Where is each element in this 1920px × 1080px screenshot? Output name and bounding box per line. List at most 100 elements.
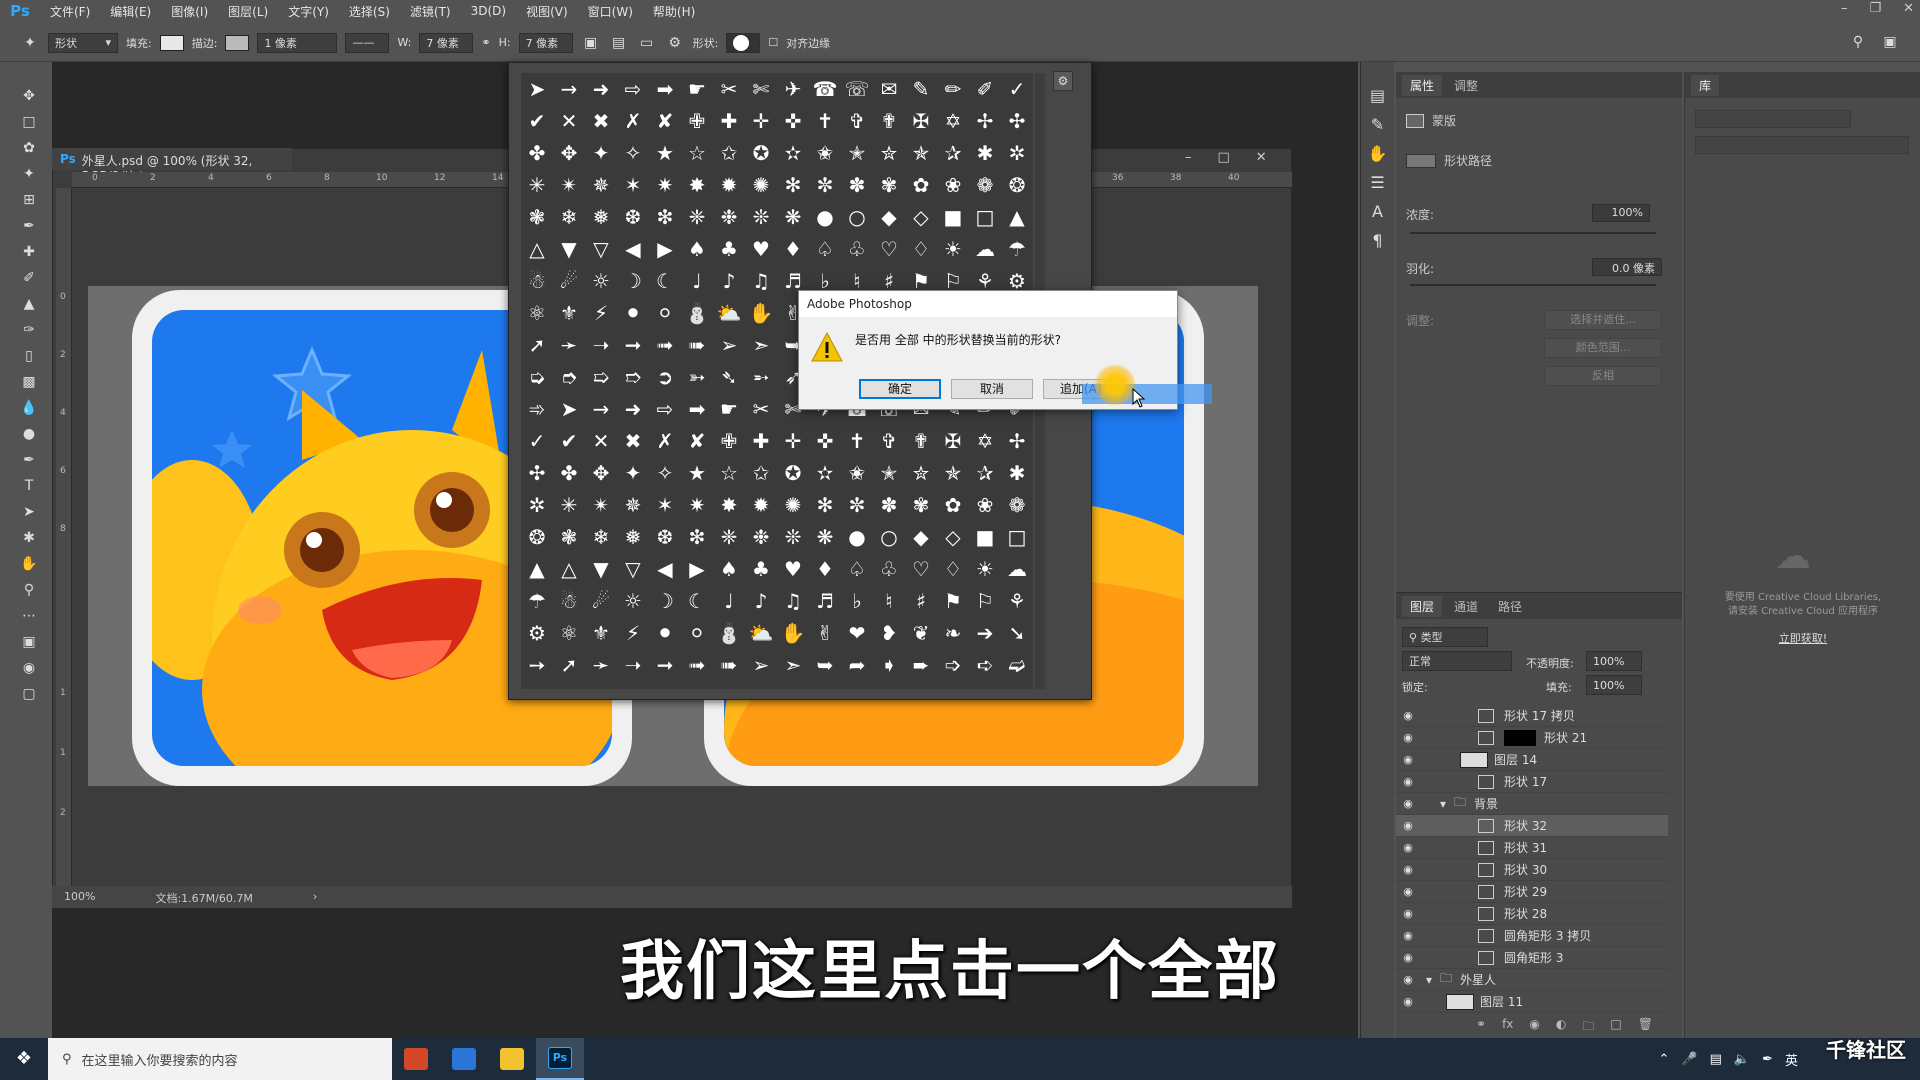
shape-swatch[interactable]: ✥	[553, 137, 585, 169]
status-chevron-right-icon[interactable]: ›	[313, 890, 317, 904]
doc-maximize-icon[interactable]: □	[1218, 150, 1230, 165]
shape-swatch[interactable]: ✖	[585, 105, 617, 137]
link-icon[interactable]: ⚭	[481, 36, 490, 49]
shape-swatch[interactable]: ☛	[713, 393, 745, 425]
menu-window[interactable]: 窗口(W)	[578, 3, 643, 20]
shape-swatch[interactable]: ✋	[745, 297, 777, 329]
history-icon[interactable]: ▤	[1370, 86, 1385, 105]
shape-swatch[interactable]: ♪	[745, 585, 777, 617]
shape-swatch[interactable]: ❧	[937, 617, 969, 649]
layer-row[interactable]: ◉ 圆角矩形 3 拷贝	[1396, 925, 1668, 947]
shape-swatch[interactable]: ▶	[649, 233, 681, 265]
shape-picker-gear-icon[interactable]: ⚙	[1053, 71, 1073, 91]
shape-swatch[interactable]: ✝	[841, 425, 873, 457]
shape-swatch[interactable]: ✫	[809, 457, 841, 489]
shape-swatch[interactable]: ✠	[905, 105, 937, 137]
document-tab[interactable]: Ps 外星人.psd @ 100% (形状 32, RGB/8#) *	[52, 148, 292, 183]
gradient-tool-icon[interactable]: ▩	[19, 372, 39, 392]
shape-swatch[interactable]: ➦	[841, 649, 873, 681]
shape-swatch[interactable]: ➣	[745, 329, 777, 361]
shape-swatch[interactable]: ♫	[777, 585, 809, 617]
shape-swatch[interactable]: ✋	[777, 617, 809, 649]
shape-swatch[interactable]: →	[553, 73, 585, 105]
menu-edit[interactable]: 编辑(E)	[100, 3, 161, 20]
shape-swatch[interactable]: ♩	[681, 265, 713, 297]
shape-swatch[interactable]: ✫	[777, 137, 809, 169]
quick-mask-icon[interactable]: ◉	[19, 658, 39, 678]
add-mask-icon[interactable]: ◉	[1529, 1017, 1539, 1038]
shape-swatch[interactable]: ✷	[649, 169, 681, 201]
shape-swatch[interactable]: ♪	[713, 265, 745, 297]
shape-swatch[interactable]: ✞	[841, 105, 873, 137]
shape-swatch[interactable]: ✲	[1001, 137, 1033, 169]
shape-swatch[interactable]: ❇	[649, 201, 681, 233]
shape-swatch[interactable]: ➯	[585, 361, 617, 393]
shape-swatch[interactable]: ☄	[585, 585, 617, 617]
paragraph-icon[interactable]: ¶	[1372, 231, 1382, 250]
shape-swatch[interactable]: ▲	[1001, 201, 1033, 233]
shape-swatch[interactable]: ✘	[649, 105, 681, 137]
shape-swatch[interactable]: ✩	[713, 137, 745, 169]
hand-tool-icon[interactable]: ✋	[19, 554, 39, 574]
shape-swatch[interactable]: ✮	[905, 457, 937, 489]
shape-swatch[interactable]: ⛄	[713, 617, 745, 649]
menu-select[interactable]: 选择(S)	[339, 3, 400, 20]
shape-swatch[interactable]: ☂	[1001, 233, 1033, 265]
shape-swatch[interactable]: ✩	[745, 457, 777, 489]
shape-swatch[interactable]: ✂	[713, 73, 745, 105]
visibility-eye-icon[interactable]: ◉	[1396, 819, 1420, 832]
feather-field[interactable]: 0.0 像素	[1592, 258, 1662, 276]
shape-swatch[interactable]: ⚫	[649, 617, 681, 649]
shape-swatch[interactable]: ⚡	[585, 297, 617, 329]
gear-icon[interactable]: ⚙	[665, 33, 685, 53]
fill-swatch[interactable]	[159, 34, 184, 51]
shape-swatch[interactable]: ✈	[777, 73, 809, 105]
tab-channels[interactable]: 通道	[1446, 596, 1486, 617]
stroke-swatch[interactable]	[225, 34, 250, 51]
shape-swatch[interactable]: ■	[969, 521, 1001, 553]
shape-swatch[interactable]: ❂	[521, 521, 553, 553]
shape-swatch[interactable]: ❅	[585, 201, 617, 233]
shape-swatch[interactable]: ▽	[585, 233, 617, 265]
shape-swatch[interactable]: ➲	[649, 361, 681, 393]
shape-swatch[interactable]: ⚪	[649, 297, 681, 329]
network-icon[interactable]: ▤	[1710, 1052, 1722, 1067]
shape-swatch[interactable]: ✸	[681, 169, 713, 201]
shape-picker-button[interactable]	[726, 32, 761, 53]
stamp-tool-icon[interactable]: ▲	[19, 294, 39, 314]
layer-row-selected[interactable]: ◉ 形状 32	[1396, 815, 1668, 837]
stroke-type-select[interactable]: ——	[345, 32, 390, 53]
shape-swatch[interactable]: ➮	[553, 361, 585, 393]
ok-button[interactable]: 确定	[859, 379, 941, 399]
shape-swatch[interactable]: ✭	[841, 137, 873, 169]
shape-swatch[interactable]: ✦	[617, 457, 649, 489]
shape-swatch[interactable]: ✕	[585, 425, 617, 457]
shape-swatch[interactable]: ⇨	[617, 73, 649, 105]
menu-file[interactable]: 文件(F)	[40, 3, 100, 20]
shape-swatch[interactable]: ➞	[649, 649, 681, 681]
layer-row[interactable]: ◉ 圆角矩形 3	[1396, 947, 1668, 969]
align-edges-checkbox[interactable]: ☐	[768, 36, 778, 49]
brush-settings-icon[interactable]: ✎	[1371, 115, 1384, 134]
shape-swatch[interactable]: ✤	[553, 457, 585, 489]
shape-swatch[interactable]: ▶	[681, 553, 713, 585]
shape-swatch[interactable]: ☁	[969, 233, 1001, 265]
opacity-field[interactable]: 100%	[1586, 651, 1642, 671]
visibility-eye-icon[interactable]: ◉	[1396, 731, 1420, 744]
shape-swatch[interactable]: ♥	[777, 553, 809, 585]
crop-tool-icon[interactable]: ⊞	[19, 190, 39, 210]
shape-swatch[interactable]: ➛	[585, 649, 617, 681]
shape-swatch[interactable]: ➫	[1001, 649, 1033, 681]
shape-swatch[interactable]: □	[1001, 521, 1033, 553]
character-icon[interactable]: A	[1372, 202, 1383, 221]
shape-swatch[interactable]: ✄	[745, 73, 777, 105]
minimize-icon[interactable]: –	[1841, 1, 1848, 16]
shape-swatch[interactable]: ♦	[809, 553, 841, 585]
shape-swatch[interactable]: ❄	[585, 521, 617, 553]
shape-swatch[interactable]: ✼	[809, 169, 841, 201]
cc-get-now-link[interactable]: 立即获取!	[1693, 630, 1913, 646]
shape-swatch[interactable]: ✵	[617, 489, 649, 521]
menu-help[interactable]: 帮助(H)	[643, 3, 705, 20]
shape-swatch[interactable]: ⛄	[681, 297, 713, 329]
close-icon[interactable]: ✕	[1903, 1, 1914, 16]
